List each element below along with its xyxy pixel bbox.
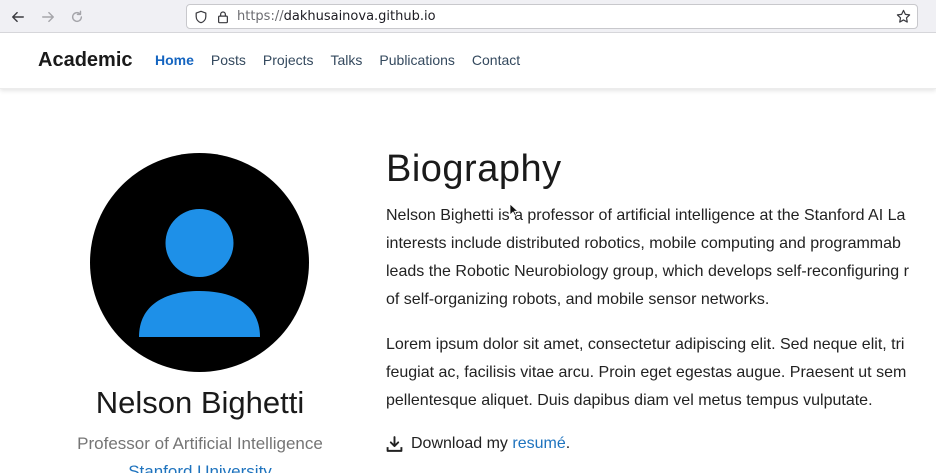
biography-line: interests include distributed robotics, … bbox=[386, 235, 901, 252]
star-icon[interactable] bbox=[896, 9, 911, 24]
download-icon bbox=[386, 435, 403, 452]
biography-line: Lorem ipsum dolor sit amet, consectetur … bbox=[386, 336, 905, 353]
nav-home[interactable]: Home bbox=[155, 52, 194, 68]
url-text[interactable]: https://dakhusainova.github.io bbox=[237, 9, 436, 24]
download-prefix: Download my bbox=[411, 435, 513, 452]
main-navigation: Home Posts Projects Talks Publications C… bbox=[155, 52, 520, 68]
nav-publications[interactable]: Publications bbox=[379, 52, 455, 68]
nav-projects[interactable]: Projects bbox=[263, 52, 314, 68]
download-resume: Download my resumé. bbox=[386, 435, 570, 453]
profile-name: Nelson Bighetti bbox=[95, 385, 305, 420]
lock-icon[interactable] bbox=[216, 10, 230, 24]
url-scheme: https:// bbox=[237, 9, 284, 24]
nav-contact[interactable]: Contact bbox=[472, 52, 520, 68]
url-host: dakhusainova.github.io bbox=[283, 9, 436, 24]
address-bar[interactable]: https://dakhusainova.github.io bbox=[186, 4, 918, 29]
site-header: Academic Home Posts Projects Talks Publi… bbox=[0, 33, 936, 89]
mouse-cursor-icon bbox=[509, 203, 519, 217]
forward-button[interactable] bbox=[38, 7, 58, 27]
biography-paragraph-2: Lorem ipsum dolor sit amet, consectetur … bbox=[386, 331, 936, 415]
biography-line: Nelson Bighetti is a professor of artifi… bbox=[386, 207, 906, 224]
biography-heading: Biography bbox=[386, 148, 562, 190]
user-avatar-icon bbox=[139, 209, 260, 337]
arrow-right-icon bbox=[42, 11, 54, 23]
avatar bbox=[90, 153, 309, 372]
nav-posts[interactable]: Posts bbox=[211, 52, 246, 68]
shield-icon[interactable] bbox=[194, 10, 208, 24]
biography-paragraph-1: Nelson Bighetti is a professor of artifi… bbox=[386, 202, 936, 314]
arrow-left-icon bbox=[12, 11, 24, 23]
back-button[interactable] bbox=[8, 7, 28, 27]
browser-toolbar: https://dakhusainova.github.io bbox=[0, 0, 936, 33]
biography-line: pellentesque aliquet. Duis dapibus diam … bbox=[386, 392, 873, 409]
profile-role: Professor of Artificial Intelligence bbox=[77, 434, 323, 453]
profile-organization-link[interactable]: Stanford University bbox=[60, 462, 340, 473]
reload-icon bbox=[71, 10, 83, 23]
download-suffix: . bbox=[565, 435, 571, 452]
biography-line: of self-organizing robots, and mobile se… bbox=[386, 291, 770, 308]
nav-talks[interactable]: Talks bbox=[331, 52, 363, 68]
biography-line: feugiat ac, facilisis vitae arcu. Proin … bbox=[386, 364, 907, 381]
biography-line: leads the Robotic Neurobiology group, wh… bbox=[386, 263, 909, 280]
reload-button[interactable] bbox=[67, 7, 87, 27]
resume-link[interactable]: resumé bbox=[512, 435, 565, 453]
site-brand[interactable]: Academic bbox=[38, 49, 133, 72]
